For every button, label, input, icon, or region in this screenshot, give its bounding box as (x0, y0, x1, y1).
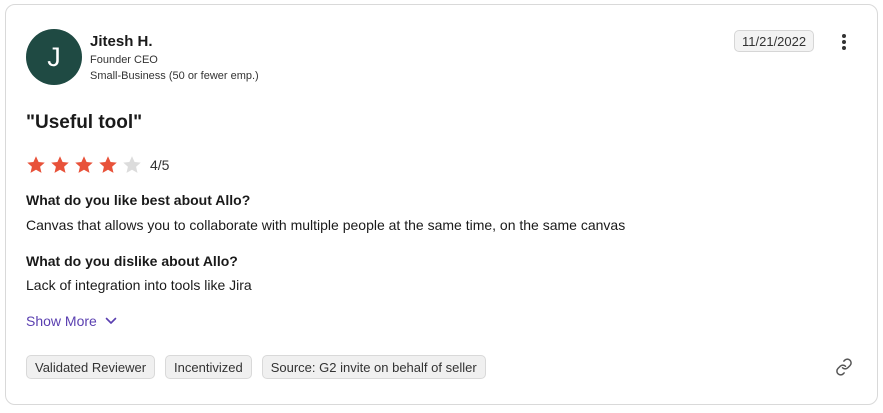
star-icon (27, 156, 45, 173)
more-menu-button[interactable] (839, 33, 849, 51)
question-dislike: What do you dislike about Allo? (26, 253, 238, 269)
link-icon (836, 358, 852, 376)
star-icon (51, 156, 69, 173)
more-vertical-icon (842, 34, 846, 50)
reviewer-segment: Small-Business (50 or fewer emp.) (90, 70, 259, 82)
star-icon (123, 156, 141, 173)
reviewer-title: Founder CEO (90, 54, 158, 66)
tag-incentivized: Incentivized (165, 355, 252, 379)
star-icon (75, 156, 93, 173)
rating-text: 4/5 (150, 157, 170, 173)
show-more-button[interactable]: Show More (26, 313, 117, 329)
review-tags: Validated Reviewer Incentivized Source: … (26, 355, 496, 379)
avatar: J (26, 29, 82, 85)
answer-like-best: Canvas that allows you to collaborate wi… (26, 217, 626, 233)
star-rating (26, 154, 146, 176)
tag-source: Source: G2 invite on behalf of seller (261, 355, 486, 379)
question-like-best: What do you like best about Allo? (26, 192, 251, 208)
review-title: "Useful tool" (26, 112, 143, 133)
reviewer-name: Jitesh H. (90, 33, 153, 50)
chevron-down-icon (105, 317, 117, 324)
review-date-badge: 11/21/2022 (734, 30, 815, 52)
show-more-label: Show More (26, 313, 97, 329)
star-icon (99, 156, 117, 173)
answer-dislike: Lack of integration into tools like Jira (26, 277, 252, 293)
review-card: J Jitesh H. Founder CEO Small-Business (… (5, 4, 878, 405)
copy-link-button[interactable] (835, 358, 853, 376)
tag-validated-reviewer: Validated Reviewer (26, 355, 156, 379)
